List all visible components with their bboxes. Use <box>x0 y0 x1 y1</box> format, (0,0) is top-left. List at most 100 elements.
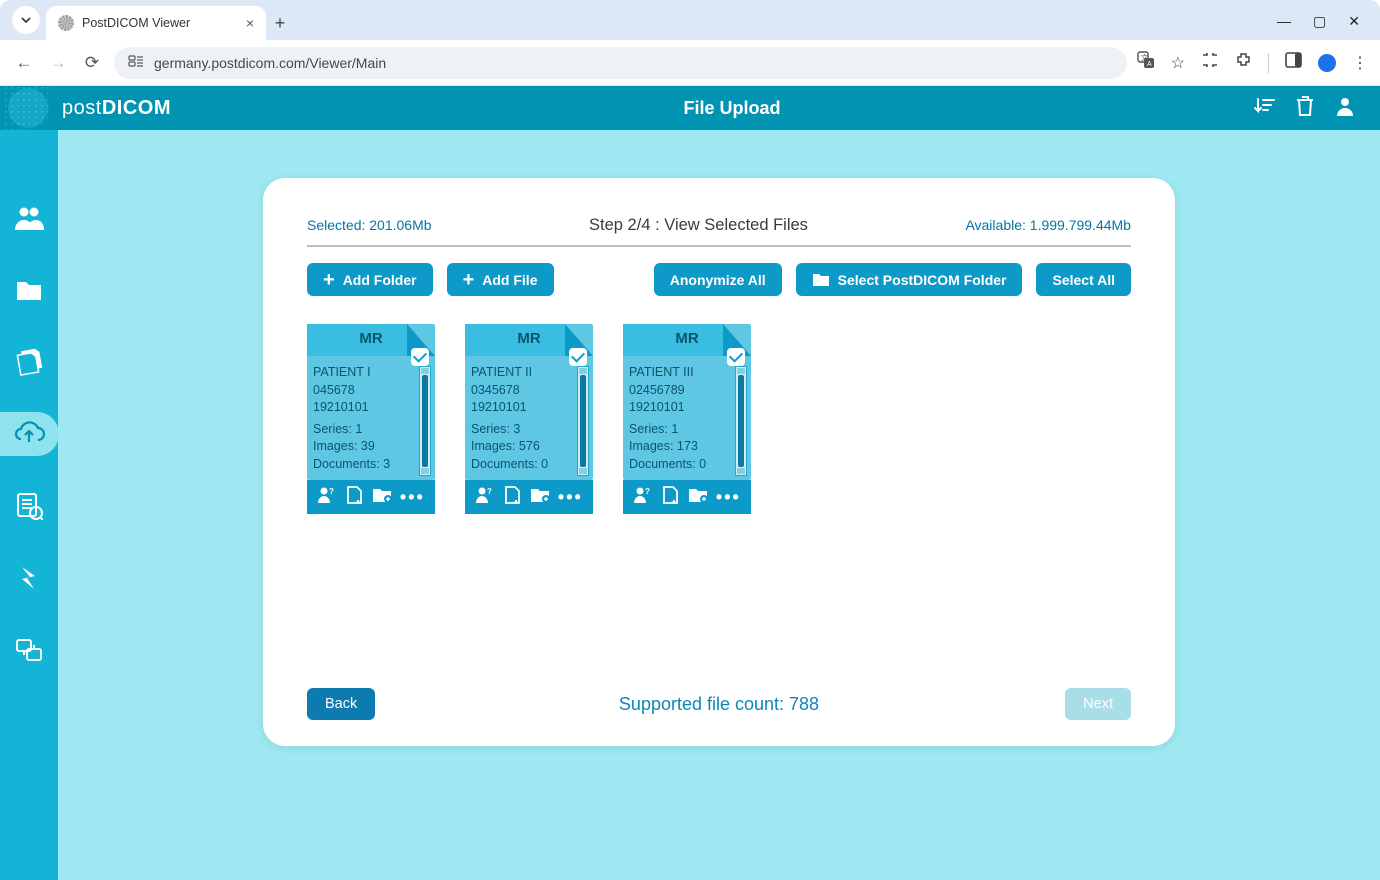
profile-avatar[interactable] <box>1318 54 1336 72</box>
translate-icon[interactable]: 文A <box>1137 51 1155 74</box>
patient-dob: 19210101 <box>313 399 417 417</box>
card-footer: ? ••• <box>465 480 593 514</box>
available-size-label: Available: 1.999.799.44Mb <box>965 217 1131 233</box>
browser-menu-icon[interactable]: ⋮ <box>1352 53 1368 73</box>
add-file-label: Add File <box>482 272 537 288</box>
screenshot-icon[interactable] <box>1201 52 1219 73</box>
file-card[interactable]: MR PATIENT III 02456789 19210101 Series:… <box>623 324 751 514</box>
back-button-panel[interactable]: Back <box>307 688 375 720</box>
new-tab-button[interactable]: + <box>266 13 294 40</box>
site-settings-icon[interactable] <box>128 54 144 71</box>
address-bar[interactable]: germany.postdicom.com/Viewer/Main <box>114 47 1127 79</box>
assign-patient-icon[interactable]: ? <box>317 486 337 509</box>
sidebar <box>0 130 58 880</box>
images-count: Images: 173 <box>629 438 733 456</box>
card-info: PATIENT II 0345678 19210101 Series: 3 Im… <box>471 364 575 473</box>
window-close-button[interactable]: ✕ <box>1348 13 1360 30</box>
sidebar-item-patients[interactable] <box>0 196 58 240</box>
browser-tab-strip: PostDICOM Viewer × + — ▢ ✕ <box>0 0 1380 40</box>
modality-label: MR <box>465 330 593 347</box>
patient-name: PATIENT II <box>471 364 575 382</box>
page-title: File Upload <box>210 98 1254 119</box>
main-canvas: Selected: 201.06Mb Step 2/4 : View Selec… <box>58 130 1380 880</box>
series-count: Series: 3 <box>471 421 575 439</box>
patient-name: PATIENT III <box>629 364 733 382</box>
anonymize-all-button[interactable]: Anonymize All <box>654 263 782 296</box>
trash-icon[interactable] <box>1296 95 1314 122</box>
user-icon[interactable] <box>1334 95 1356 122</box>
add-folder-button[interactable]: +Add Folder <box>307 263 433 296</box>
url-text: germany.postdicom.com/Viewer/Main <box>154 55 386 71</box>
supported-count-label: Supported file count: 788 <box>307 694 1131 715</box>
bookmark-icon[interactable]: ☆ <box>1171 53 1185 73</box>
select-all-button[interactable]: Select All <box>1036 263 1131 296</box>
patient-dob: 19210101 <box>471 399 575 417</box>
svg-text:A: A <box>1147 61 1152 68</box>
browser-tab[interactable]: PostDICOM Viewer × <box>46 6 266 40</box>
tab-favicon <box>58 15 74 31</box>
app-header: postDICOM File Upload <box>0 86 1380 130</box>
forward-button[interactable]: → <box>46 53 70 73</box>
add-folder-label: Add Folder <box>343 272 417 288</box>
card-footer: ? ••• <box>623 480 751 514</box>
select-all-label: Select All <box>1052 272 1115 288</box>
card-scrollbar[interactable] <box>577 366 589 476</box>
toolbar-divider <box>1268 53 1269 73</box>
folder-icon <box>812 272 830 287</box>
card-scrollbar[interactable] <box>419 366 431 476</box>
series-count: Series: 1 <box>313 421 417 439</box>
sidebar-item-sync[interactable] <box>0 556 58 600</box>
card-scrollbar[interactable] <box>735 366 747 476</box>
images-count: Images: 39 <box>313 438 417 456</box>
upload-panel: Selected: 201.06Mb Step 2/4 : View Selec… <box>263 178 1175 746</box>
add-file-icon[interactable] <box>345 486 363 509</box>
window-maximize-button[interactable]: ▢ <box>1313 13 1326 30</box>
assign-patient-icon[interactable]: ? <box>475 486 495 509</box>
documents-count: Documents: 0 <box>471 456 575 474</box>
card-checkbox[interactable] <box>727 348 745 366</box>
sidebar-item-documents[interactable] <box>0 340 58 384</box>
sidebar-item-worklist[interactable] <box>0 484 58 528</box>
sidebar-item-share[interactable] <box>0 628 58 672</box>
app-logo[interactable]: postDICOM <box>0 86 210 130</box>
add-folder-icon[interactable] <box>530 487 550 508</box>
sort-icon[interactable] <box>1254 96 1276 121</box>
browser-toolbar: ← → ⟳ germany.postdicom.com/Viewer/Main … <box>0 40 1380 86</box>
images-count: Images: 576 <box>471 438 575 456</box>
sidebar-item-folders[interactable] <box>0 268 58 312</box>
card-info: PATIENT I 045678 19210101 Series: 1 Imag… <box>313 364 417 473</box>
patient-id: 045678 <box>313 382 417 400</box>
step-label: Step 2/4 : View Selected Files <box>589 216 808 235</box>
add-file-button[interactable]: +Add File <box>447 263 554 296</box>
sidebar-item-upload[interactable] <box>0 412 59 456</box>
extensions-icon[interactable] <box>1235 52 1252 74</box>
add-folder-icon[interactable] <box>688 487 708 508</box>
select-postdicom-folder-button[interactable]: Select PostDICOM Folder <box>796 263 1023 296</box>
card-checkbox[interactable] <box>411 348 429 366</box>
card-footer: ? ••• <box>307 480 435 514</box>
tab-title: PostDICOM Viewer <box>82 16 238 30</box>
window-minimize-button[interactable]: — <box>1277 13 1291 30</box>
next-button[interactable]: Next <box>1065 688 1131 720</box>
file-cards-container: MR PATIENT I 045678 19210101 Series: 1 I… <box>307 324 1131 514</box>
add-file-icon[interactable] <box>503 486 521 509</box>
patient-id: 0345678 <box>471 382 575 400</box>
side-panel-icon[interactable] <box>1285 52 1302 73</box>
tab-close-icon[interactable]: × <box>246 15 254 31</box>
assign-patient-icon[interactable]: ? <box>633 486 653 509</box>
series-count: Series: 1 <box>629 421 733 439</box>
add-file-icon[interactable] <box>661 486 679 509</box>
file-card[interactable]: MR PATIENT II 0345678 19210101 Series: 3… <box>465 324 593 514</box>
back-button[interactable]: ← <box>12 53 36 73</box>
card-checkbox[interactable] <box>569 348 587 366</box>
add-folder-icon[interactable] <box>372 487 392 508</box>
tab-search-button[interactable] <box>12 6 40 34</box>
patient-name: PATIENT I <box>313 364 417 382</box>
reload-button[interactable]: ⟳ <box>80 53 104 73</box>
patient-dob: 19210101 <box>629 399 733 417</box>
documents-count: Documents: 0 <box>629 456 733 474</box>
selected-size-label: Selected: 201.06Mb <box>307 217 432 233</box>
file-card[interactable]: MR PATIENT I 045678 19210101 Series: 1 I… <box>307 324 435 514</box>
logo-text: postDICOM <box>62 97 171 120</box>
anonymize-label: Anonymize All <box>670 272 766 288</box>
